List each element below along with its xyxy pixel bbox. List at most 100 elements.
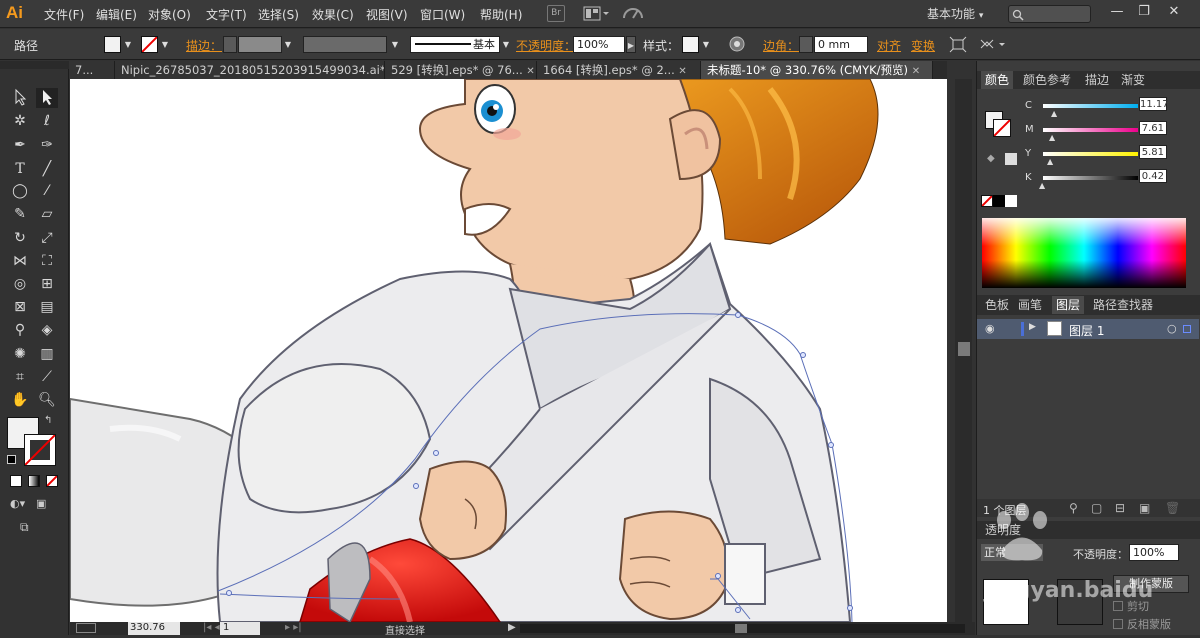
panel-opacity-input[interactable]: 100%	[1129, 544, 1179, 561]
recolor-artwork-icon[interactable]	[728, 35, 746, 53]
none-mode-icon[interactable]	[46, 475, 58, 487]
web-safe-swatch[interactable]	[1005, 153, 1017, 165]
karate-boy-illustration[interactable]	[70, 79, 947, 622]
arrange-icon[interactable]	[979, 36, 1009, 53]
tab-doc-2[interactable]: Nipic_26785037_20180515203915499034.ai* …	[115, 61, 385, 79]
make-clip-mask-icon[interactable]: ▢	[1091, 501, 1102, 515]
brush-dropdown[interactable]: ▼	[501, 36, 511, 53]
variable-width-profile[interactable]	[303, 36, 387, 53]
new-layer-icon[interactable]: ▣	[1139, 501, 1150, 515]
opacity-label[interactable]: 不透明度：	[516, 37, 576, 54]
corner-label[interactable]: 边角：	[763, 37, 799, 54]
isolate-icon[interactable]	[949, 36, 967, 53]
profile-dropdown[interactable]: ▼	[390, 36, 400, 53]
layer-name[interactable]: 图层 1	[1069, 322, 1104, 339]
stroke-weight-field[interactable]	[238, 36, 282, 53]
selection-tool-icon[interactable]	[9, 88, 31, 108]
white-color-swatch[interactable]	[1005, 195, 1017, 207]
blend-tool-icon[interactable]: ◈	[36, 320, 58, 340]
locate-object-icon[interactable]: ⚲	[1069, 501, 1078, 515]
gradient-mode-icon[interactable]	[28, 475, 40, 487]
make-mask-button[interactable]: 制作蒙版	[1113, 575, 1189, 593]
black-value[interactable]: 0.42	[1139, 169, 1167, 183]
width-tool-icon[interactable]: ⋈	[9, 251, 31, 271]
delete-layer-icon[interactable]: 🗑︎	[1165, 501, 1180, 515]
menu-view[interactable]: 视图(V)	[366, 6, 408, 23]
horizontal-scrollbar[interactable]	[520, 624, 965, 633]
paintbrush-icon[interactable]: ⁄	[36, 181, 58, 201]
column-graph-icon[interactable]: ▥	[36, 344, 58, 364]
expand-triangle-icon[interactable]: ▶	[1029, 322, 1036, 332]
zoom-input[interactable]: 330.76	[128, 622, 180, 635]
screen-mode-icon[interactable]: ▣	[36, 497, 58, 513]
tab-pathfinder[interactable]: 路径查找器	[1089, 296, 1157, 314]
free-transform-icon[interactable]: ⛶	[36, 251, 58, 271]
tab-doc-4[interactable]: 1664 [转换].eps* @ 2... ✕	[537, 61, 701, 79]
draw-mode-icon[interactable]: ◐▾	[10, 497, 32, 513]
invert-mask-checkbox[interactable]	[1113, 619, 1123, 629]
corner-stepper[interactable]	[799, 36, 813, 53]
cyan-slider[interactable]	[1043, 104, 1138, 108]
eraser-icon[interactable]: ▱	[36, 204, 58, 224]
default-colors-icon[interactable]	[7, 455, 16, 464]
restore-button[interactable]: ❐	[1133, 3, 1155, 21]
graphic-style-swatch[interactable]	[682, 36, 699, 53]
lasso-icon[interactable]: ℓ	[36, 111, 58, 131]
menu-file[interactable]: 文件(F)	[44, 6, 84, 23]
gpu-performance-icon[interactable]	[622, 4, 644, 24]
tab-brushes[interactable]: 画笔	[1014, 296, 1046, 314]
tab-color-guide[interactable]: 颜色参考	[1019, 71, 1075, 89]
layer-row[interactable]: ◉ ▶ 图层 1 ○	[977, 319, 1199, 339]
status-menu-arrow[interactable]: ▶	[508, 622, 516, 633]
black-slider[interactable]	[1043, 176, 1138, 180]
opacity-input[interactable]: 100%	[573, 36, 625, 53]
line-tool-icon[interactable]: ╱	[36, 159, 58, 179]
type-tool-icon[interactable]: T	[9, 159, 31, 179]
selected-art-indicator[interactable]	[1183, 325, 1191, 333]
menu-edit[interactable]: 编辑(E)	[96, 6, 137, 23]
stroke-weight-dropdown[interactable]: ▼	[283, 36, 293, 53]
pencil-icon[interactable]: ✎	[9, 204, 31, 224]
curvature-tool-icon[interactable]: ✑	[36, 135, 58, 155]
bridge-icon[interactable]: Br	[547, 5, 565, 22]
scrollbar-thumb[interactable]	[958, 342, 970, 356]
black-color-swatch[interactable]	[993, 195, 1005, 207]
tab-doc-3[interactable]: 529 [转换].eps* @ 76... ✕	[385, 61, 537, 79]
slice-tool-icon[interactable]: ⟋	[36, 367, 58, 387]
clip-checkbox[interactable]	[1113, 601, 1123, 611]
color-spectrum[interactable]	[982, 218, 1186, 288]
menu-object[interactable]: 对象(O)	[148, 6, 191, 23]
next-page-icon[interactable]: ▸ ▸|	[285, 622, 302, 633]
swap-colors-icon[interactable]: ↰	[44, 415, 52, 426]
align-link[interactable]: 对齐	[877, 37, 901, 54]
panel-stroke-swatch[interactable]	[993, 119, 1011, 137]
out-of-gamut-icon[interactable]: ◆	[987, 153, 999, 165]
first-page-icon[interactable]: |◂ ◂	[203, 622, 220, 633]
yellow-value[interactable]: 5.81	[1139, 145, 1167, 159]
none-color-swatch[interactable]	[981, 195, 993, 207]
menu-type[interactable]: 文字(T)	[206, 6, 247, 23]
menu-window[interactable]: 窗口(W)	[420, 6, 465, 23]
eyedropper-icon[interactable]: ⚲	[9, 320, 31, 340]
color-mode-icon[interactable]	[10, 475, 22, 487]
fill-swatch[interactable]	[104, 36, 121, 53]
tab-layers[interactable]: 图层	[1052, 296, 1085, 314]
opacity-dropdown[interactable]: ▶	[626, 36, 636, 53]
blend-mode-select[interactable]: 正常	[981, 544, 1043, 561]
zoom-tool-icon[interactable]: 🔍︎	[36, 390, 58, 410]
tab-color[interactable]: 颜色	[981, 71, 1014, 89]
symbol-sprayer-icon[interactable]: ✺	[9, 344, 31, 364]
hand-tool-icon[interactable]: ✋	[9, 390, 31, 410]
menu-help[interactable]: 帮助(H)	[480, 6, 522, 23]
workspace-switcher[interactable]: 基本功能 ▾	[927, 5, 983, 22]
artboard-tool-icon[interactable]: ⌗	[9, 367, 31, 387]
target-icon[interactable]: ○	[1167, 322, 1177, 335]
stroke-swatch[interactable]	[141, 36, 158, 53]
shape-builder-icon[interactable]: ◎	[9, 274, 31, 294]
gradient-tool-icon[interactable]: ▤	[36, 297, 58, 317]
graphic-style-dropdown[interactable]: ▼	[701, 36, 711, 53]
menu-select[interactable]: 选择(S)	[258, 6, 299, 23]
new-sublayer-icon[interactable]: ⊟	[1115, 501, 1125, 515]
menu-effect[interactable]: 效果(C)	[312, 6, 354, 23]
ellipse-tool-icon[interactable]: ◯	[9, 181, 31, 201]
